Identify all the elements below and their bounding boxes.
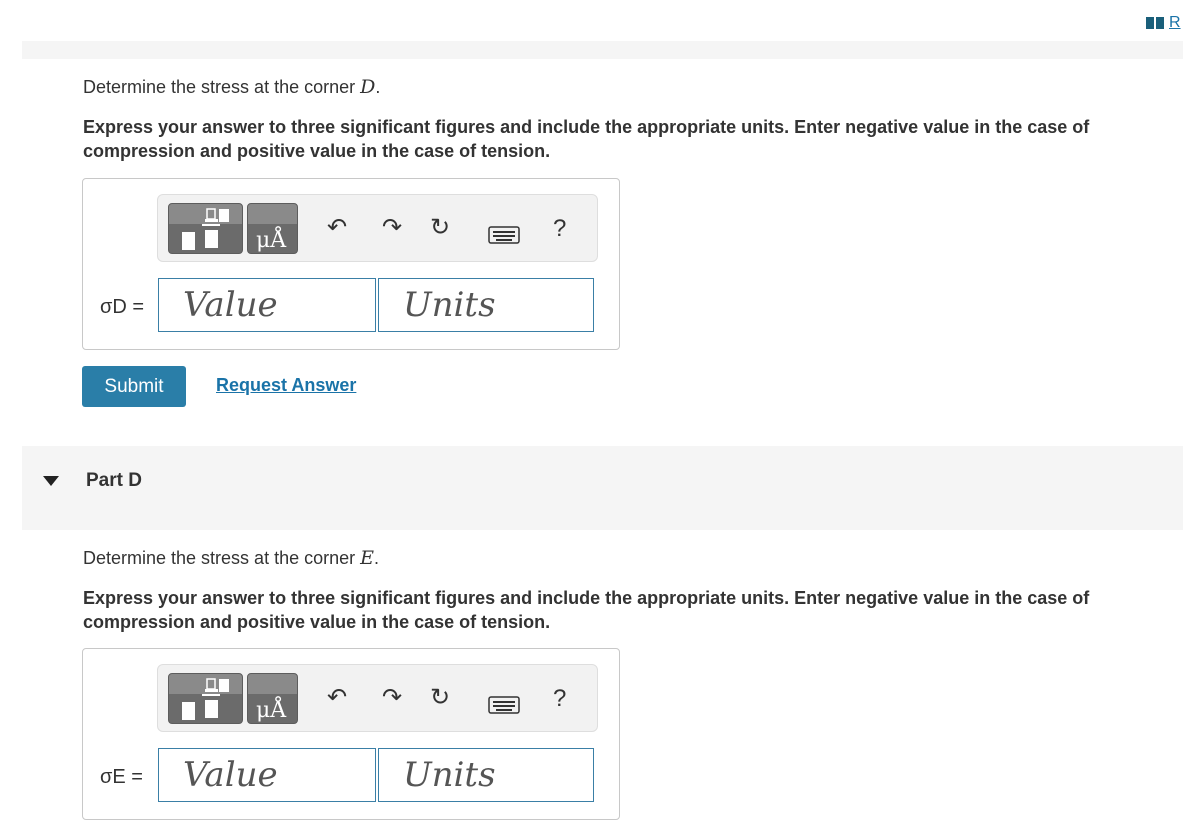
question-prompt: Determine the stress at the corner D.: [83, 76, 380, 98]
reset-icon[interactable]: ↻: [425, 683, 455, 712]
undo-icon[interactable]: ↶: [322, 683, 352, 712]
templates-icon: [182, 208, 229, 250]
undo-icon[interactable]: ↶: [322, 213, 352, 242]
redo-icon[interactable]: ↷: [377, 213, 407, 242]
help-icon[interactable]: ?: [553, 215, 566, 243]
units-button[interactable]: μÅ: [247, 673, 298, 724]
prompt-text: Determine the stress at the corner: [83, 77, 361, 97]
answer-box: μÅ ↶ ↷ ↻ ? σD = Value Units: [82, 178, 620, 350]
value-input[interactable]: Value: [158, 278, 376, 332]
templates-button[interactable]: [168, 203, 243, 254]
math-toolbar: μÅ ↶ ↷ ↻ ?: [157, 664, 598, 732]
help-icon[interactable]: ?: [553, 685, 566, 713]
part-d-header[interactable]: Part D: [22, 446, 1183, 530]
review-link-text[interactable]: R: [1169, 14, 1181, 32]
math-toolbar: μÅ ↶ ↷ ↻ ?: [157, 194, 598, 262]
units-symbol: μÅ: [256, 228, 287, 253]
keyboard-icon[interactable]: [488, 226, 520, 244]
answer-box-d: μÅ ↶ ↷ ↻ ? σE = Value Units: [82, 648, 620, 820]
reset-icon[interactable]: ↻: [425, 213, 455, 242]
submit-button[interactable]: Submit: [82, 366, 186, 407]
prompt-end: .: [375, 77, 381, 97]
prompt-variable: D: [360, 76, 376, 98]
review-link[interactable]: R: [1146, 13, 1181, 33]
caret-down-icon[interactable]: [43, 476, 59, 486]
prompt-variable: E: [360, 547, 374, 569]
redo-icon[interactable]: ↷: [377, 683, 407, 712]
units-input[interactable]: Units: [378, 748, 594, 802]
prompt-end: .: [374, 548, 380, 568]
units-input[interactable]: Units: [378, 278, 594, 332]
templates-button[interactable]: [168, 673, 243, 724]
request-answer-link[interactable]: Request Answer: [216, 375, 356, 396]
book-icon: [1146, 17, 1164, 29]
answer-instructions-d: Express your answer to three significant…: [83, 588, 1090, 632]
top-strip: [22, 41, 1183, 59]
answer-instructions: Express your answer to three significant…: [83, 117, 1090, 161]
prompt-text: Determine the stress at the corner: [83, 548, 361, 568]
answer-variable-label: σE =: [100, 766, 143, 788]
keyboard-icon[interactable]: [488, 696, 520, 714]
units-symbol: μÅ: [256, 698, 287, 723]
part-title: Part D: [86, 470, 142, 491]
units-button[interactable]: μÅ: [247, 203, 298, 254]
templates-icon: [182, 678, 229, 720]
question-prompt-d: Determine the stress at the corner E.: [83, 547, 379, 569]
value-input[interactable]: Value: [158, 748, 376, 802]
answer-variable-label: σD =: [100, 296, 145, 318]
